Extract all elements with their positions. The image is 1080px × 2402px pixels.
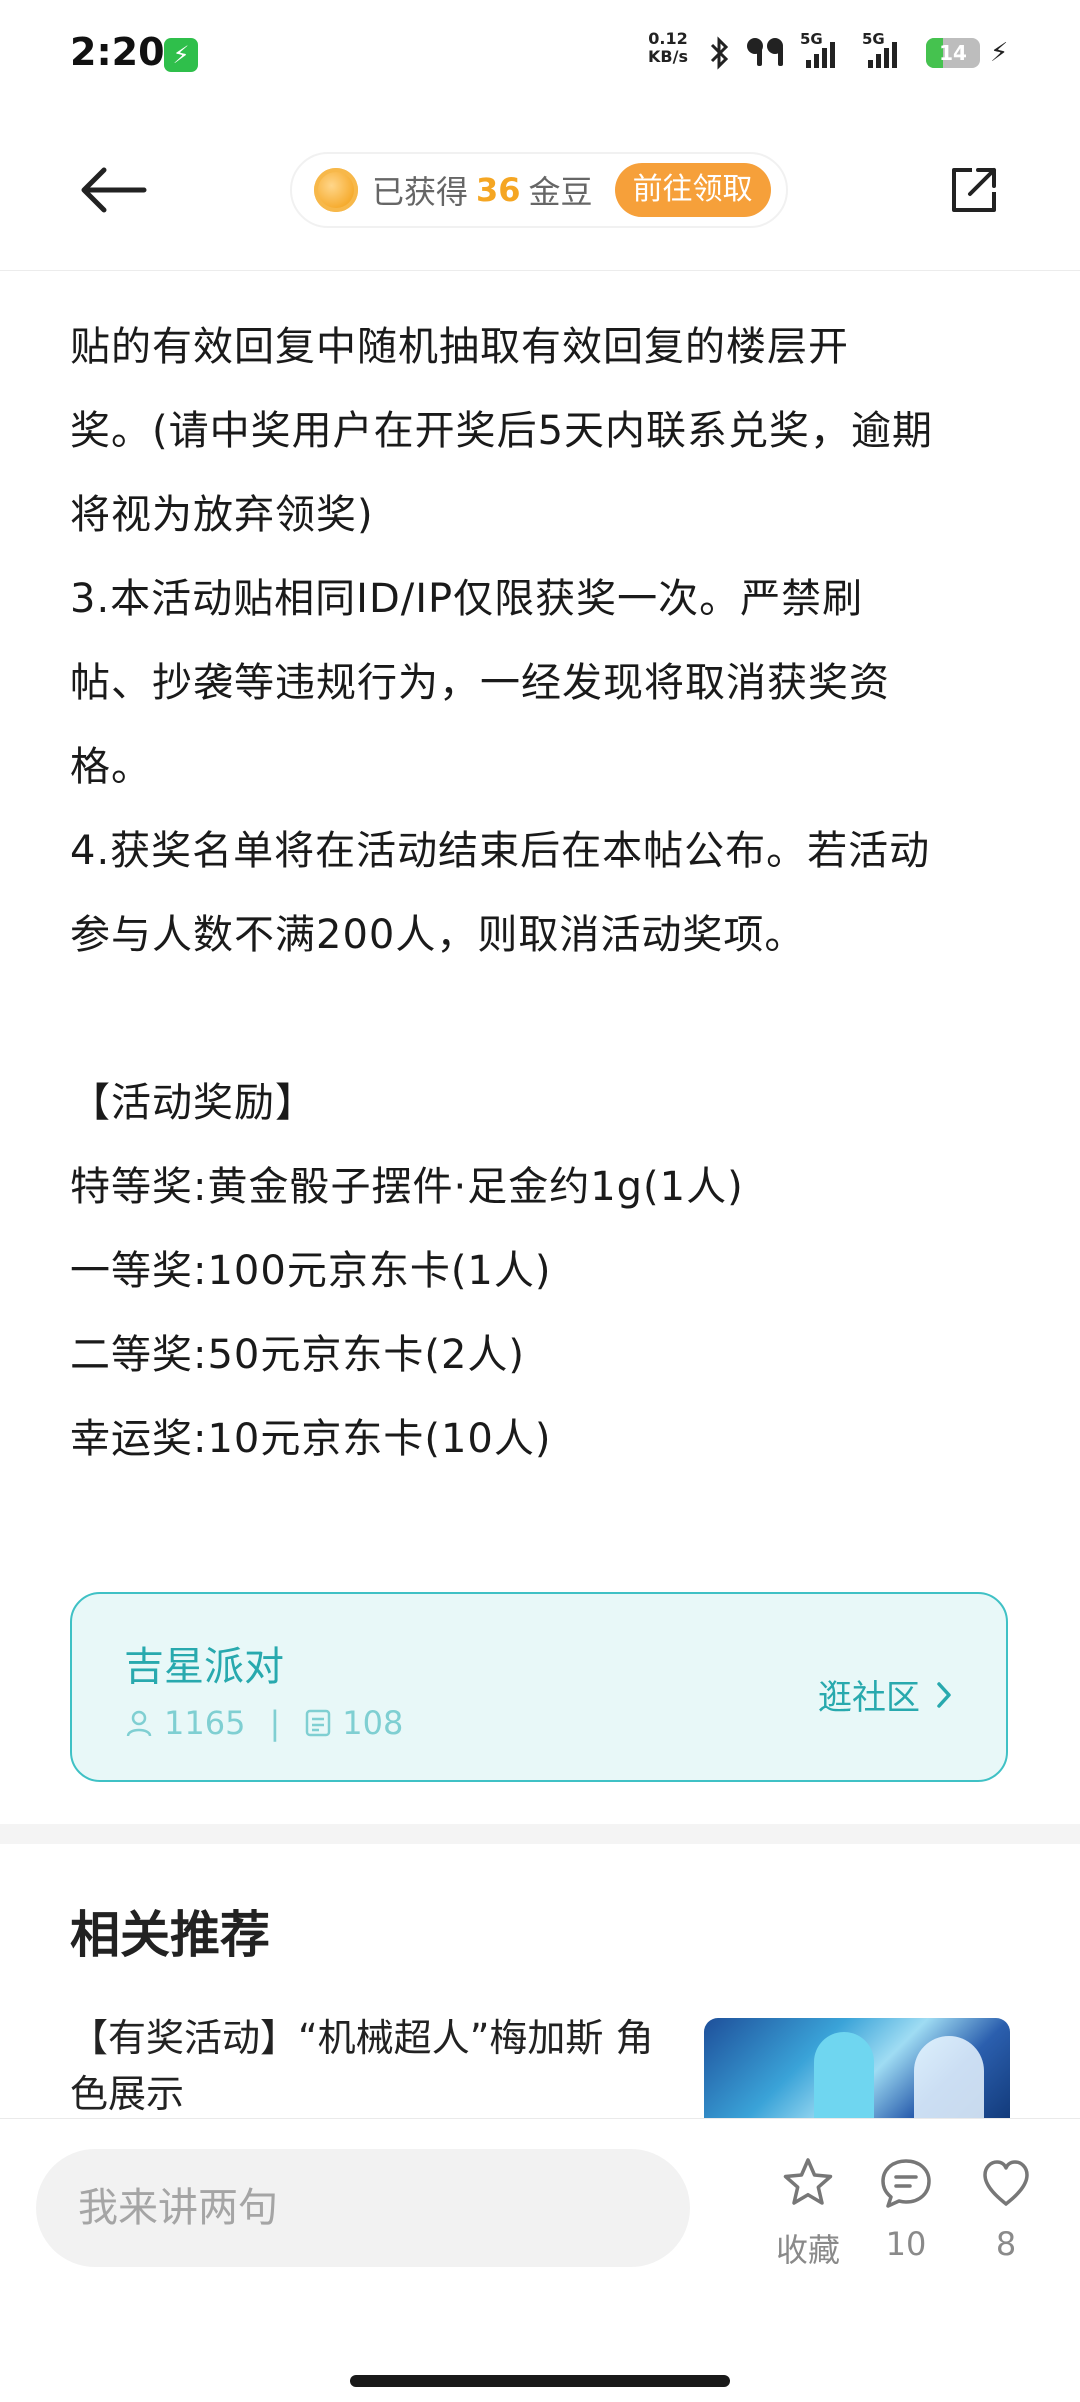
- home-indicator[interactable]: [350, 2375, 730, 2387]
- body-line: 4.获奖名单将在活动结束后在本帖公布。若活动: [70, 828, 931, 874]
- post-count: 108: [342, 1704, 404, 1742]
- body-line: 帖、抄袭等违规行为，一经发现将取消获奖资: [70, 660, 890, 706]
- post-header: 已获得 36 金豆 前往领取: [0, 110, 1080, 271]
- sim2-signal-icon: [868, 34, 897, 68]
- status-time: 2:20: [70, 30, 165, 74]
- heart-icon: [983, 2160, 1029, 2206]
- like-count: 8: [995, 2225, 1017, 2263]
- comment-count: 10: [885, 2225, 927, 2263]
- favorite-label: 收藏: [775, 2231, 840, 2269]
- coin-prefix: 已获得: [372, 173, 469, 211]
- related-recommendations-title: 相关推荐: [70, 1906, 270, 1964]
- section-divider: [0, 1824, 1080, 1844]
- community-card[interactable]: 吉星派对 1165 | 108 逛社区: [70, 1592, 1008, 1782]
- bottom-action-bar: 我来讲两句 收藏 10 8: [0, 2118, 1080, 2402]
- network-speed-unit: KB/s: [648, 47, 688, 66]
- coin-reward-pill[interactable]: 已获得 36 金豆 前往领取: [290, 152, 788, 228]
- community-name: 吉星派对: [124, 1644, 284, 1690]
- body-line: 3.本活动贴相同ID/IP仅限获奖一次。严禁刷: [70, 576, 864, 622]
- visit-community-label: 逛社区: [818, 1678, 920, 1718]
- visit-community-button[interactable]: 逛社区: [818, 1670, 954, 1719]
- body-line: 将视为放弃领奖): [70, 492, 374, 538]
- recommended-post-title[interactable]: 【有奖活动】“机械超人”梅加斯 角色展示: [70, 2010, 670, 2122]
- battery-icon: 14: [926, 38, 980, 68]
- body-line: 贴的有效回复中随机抽取有效回复的楼层开: [70, 324, 849, 370]
- network-speed-value: 0.12: [648, 29, 688, 48]
- star-icon: [783, 2158, 833, 2205]
- comments-button[interactable]: 10: [856, 2155, 956, 2263]
- like-button[interactable]: 8: [956, 2155, 1056, 2263]
- comment-bubble-icon: [881, 2159, 931, 2208]
- stats-separator: |: [269, 1704, 281, 1742]
- favorite-button[interactable]: 收藏: [758, 2155, 858, 2271]
- charging-app-icon: ⚡: [164, 38, 198, 72]
- charging-bolt-icon: ⚡: [990, 38, 1009, 68]
- coin-count: 36: [476, 171, 521, 209]
- earbuds-icon: [747, 38, 783, 66]
- battery-level: 14: [939, 41, 967, 65]
- body-line: 参与人数不满200人，则取消活动奖项。: [70, 912, 806, 958]
- reward-line: 一等奖:100元京东卡(1人): [70, 1248, 552, 1294]
- body-line: 格。: [70, 744, 152, 790]
- reward-line: 二等奖:50元京东卡(2人): [70, 1332, 526, 1378]
- reward-line: 特等奖:黄金骰子摆件·足金约1g(1人): [70, 1164, 744, 1210]
- chevron-right-icon: [937, 1681, 951, 1708]
- member-count: 1165: [164, 1704, 246, 1742]
- sim1-signal-icon: [806, 34, 835, 68]
- claim-coins-button[interactable]: 前往领取: [614, 163, 771, 217]
- coin-earned-text: 已获得 36 金豆: [372, 167, 593, 213]
- reward-line: 幸运奖:10元京东卡(10人): [70, 1416, 552, 1462]
- post-body: 贴的有效回复中随机抽取有效回复的楼层开 奖。(请中奖用户在开奖后5天内联系兑奖，…: [70, 305, 1020, 1481]
- recommended-post-thumbnail[interactable]: [704, 2018, 1010, 2120]
- bluetooth-icon: [710, 36, 729, 70]
- back-arrow-icon[interactable]: [78, 165, 148, 215]
- network-speed: 0.12 KB/s: [648, 30, 688, 66]
- posts-icon: [305, 1709, 331, 1737]
- share-icon[interactable]: [946, 162, 1002, 218]
- status-bar: 2:20 ⚡ 0.12 KB/s 5G 5G 14 ⚡: [0, 0, 1080, 110]
- rewards-heading: 【活动奖励】: [70, 1080, 316, 1126]
- community-stats: 1165 | 108: [124, 1704, 403, 1742]
- gold-bean-icon: [314, 168, 358, 212]
- coin-suffix: 金豆: [528, 173, 593, 211]
- comment-input[interactable]: 我来讲两句: [36, 2149, 690, 2267]
- body-line: 奖。(请中奖用户在开奖后5天内联系兑奖，逾期: [70, 408, 934, 454]
- members-icon: [126, 1710, 152, 1737]
